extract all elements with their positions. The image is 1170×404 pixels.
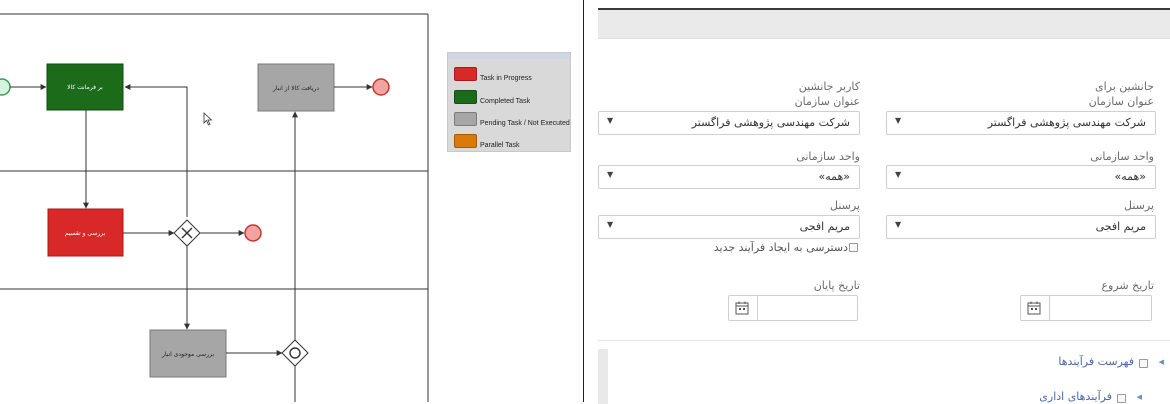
tree-expand-icon[interactable]: ◀: [1137, 393, 1142, 401]
end-date-input[interactable]: [757, 296, 857, 320]
calendar-icon[interactable]: [735, 301, 749, 315]
end-date-field[interactable]: [728, 295, 858, 321]
chevron-down-icon: ▼: [607, 116, 614, 125]
start-date-label: تاریخ شروع: [1101, 279, 1154, 292]
new-process-access-checkbox[interactable]: [849, 243, 858, 252]
personnel-select-left[interactable]: مریم افجی ▼: [598, 215, 860, 239]
org-select-right-value: شرکت مهندسی پژوهشی فراگستر: [987, 116, 1146, 129]
org-select-left[interactable]: شرکت مهندسی پژوهشی فراگستر ▼: [598, 111, 860, 135]
legend-label: Completed Task: [480, 97, 531, 105]
chevron-down-icon: ▼: [895, 170, 902, 179]
org-select-right[interactable]: شرکت مهندسی پژوهشی فراگستر ▼: [886, 111, 1156, 135]
personnel-select-right-value: مریم افجی: [1095, 220, 1146, 233]
legend-swatch-green: [454, 90, 477, 104]
legend-swatch-red: [454, 67, 477, 81]
end-event-top[interactable]: [372, 78, 390, 96]
org-unit-select-right[interactable]: «همه» ▼: [886, 165, 1156, 189]
tree-item-checkbox[interactable]: [1139, 359, 1148, 368]
exclusive-gateway[interactable]: [173, 219, 201, 247]
new-process-access-label: دسترسی به ایجاد فرآیند جدید: [713, 241, 848, 254]
tree-item-admin-processes[interactable]: فرآیندهای اداری: [1039, 390, 1112, 403]
form-header-bar: [598, 10, 1170, 39]
task-gray-bottom-label: بررسی موجودی انبار: [161, 351, 214, 358]
start-date-input[interactable]: [1049, 296, 1151, 320]
personnel-label-left: پرسنل: [830, 199, 860, 212]
calendar-icon[interactable]: [1027, 301, 1041, 315]
task-red-label: بررسی و تقسیم: [65, 230, 106, 237]
org-unit-label-left: واحد سازمانی: [796, 150, 860, 163]
chevron-down-icon: ▼: [607, 170, 614, 179]
chevron-down-icon: ▼: [607, 220, 614, 229]
org-unit-label-right: واحد سازمانی: [1090, 150, 1154, 163]
diagram-legend: Task in Progress Completed Task Pending …: [447, 52, 571, 152]
chevron-down-icon: ▼: [895, 220, 902, 229]
end-date-label: تاریخ پایان: [813, 279, 860, 292]
legend-item-completed: Completed Task: [454, 90, 531, 105]
start-event[interactable]: [0, 78, 11, 96]
personnel-label-right: پرسنل: [1124, 199, 1154, 212]
tree-item-process-list[interactable]: فهرست فرآیندها: [1058, 355, 1134, 368]
workflow-diagram-pane: بر فرمانت کالا بررسی و تقسیم بررسی موجود…: [0, 0, 584, 402]
legend-item-parallel: Parallel Task: [454, 134, 520, 149]
legend-swatch-gray: [454, 112, 477, 126]
chevron-down-icon: ▼: [895, 116, 902, 125]
org-select-left-value: شرکت مهندسی پژوهشی فراگستر: [691, 116, 850, 129]
org-title-label-left: عنوان سازمان: [794, 95, 860, 108]
process-tree-panel: ◀ فهرست فرآیندها ◀ فرآیندهای اداری: [598, 340, 1170, 404]
end-event-middle[interactable]: [244, 224, 262, 242]
personnel-select-right[interactable]: مریم افجی ▼: [886, 215, 1156, 239]
task-gray-top-label: دریافت کالا از انبار: [272, 85, 319, 92]
flow-loop-to-green: [124, 84, 188, 217]
successor-user-label: کاربر جانشین: [798, 80, 860, 93]
legend-item-pending: Pending Task / Not Executed: [454, 112, 570, 127]
task-green-label: بر فرمانت کالا: [67, 84, 103, 91]
delegation-form-pane: کاربر جانشین جانشین برای عنوان سازمان عن…: [598, 8, 1170, 404]
org-unit-select-left-value: «همه»: [818, 170, 850, 183]
legend-label: Pending Task / Not Executed: [480, 119, 570, 127]
substitute-for-label: جانشین برای: [1094, 80, 1154, 93]
legend-header: [448, 53, 570, 59]
org-unit-select-right-value: «همه»: [1114, 170, 1146, 183]
inclusive-gateway[interactable]: [281, 339, 309, 367]
org-unit-select-left[interactable]: «همه» ▼: [598, 165, 860, 189]
tree-expand-icon[interactable]: ◀: [1159, 358, 1164, 366]
start-date-field[interactable]: [1020, 295, 1152, 321]
legend-label: Parallel Task: [480, 141, 520, 149]
legend-swatch-orange: [454, 134, 477, 148]
legend-item-in-progress: Task in Progress: [454, 67, 532, 82]
tree-scrollbar[interactable]: [598, 349, 608, 404]
personnel-select-left-value: مریم افجی: [799, 220, 850, 233]
org-title-label-right: عنوان سازمان: [1088, 95, 1154, 108]
mouse-cursor-icon: [203, 112, 213, 126]
legend-label: Task in Progress: [480, 74, 532, 82]
